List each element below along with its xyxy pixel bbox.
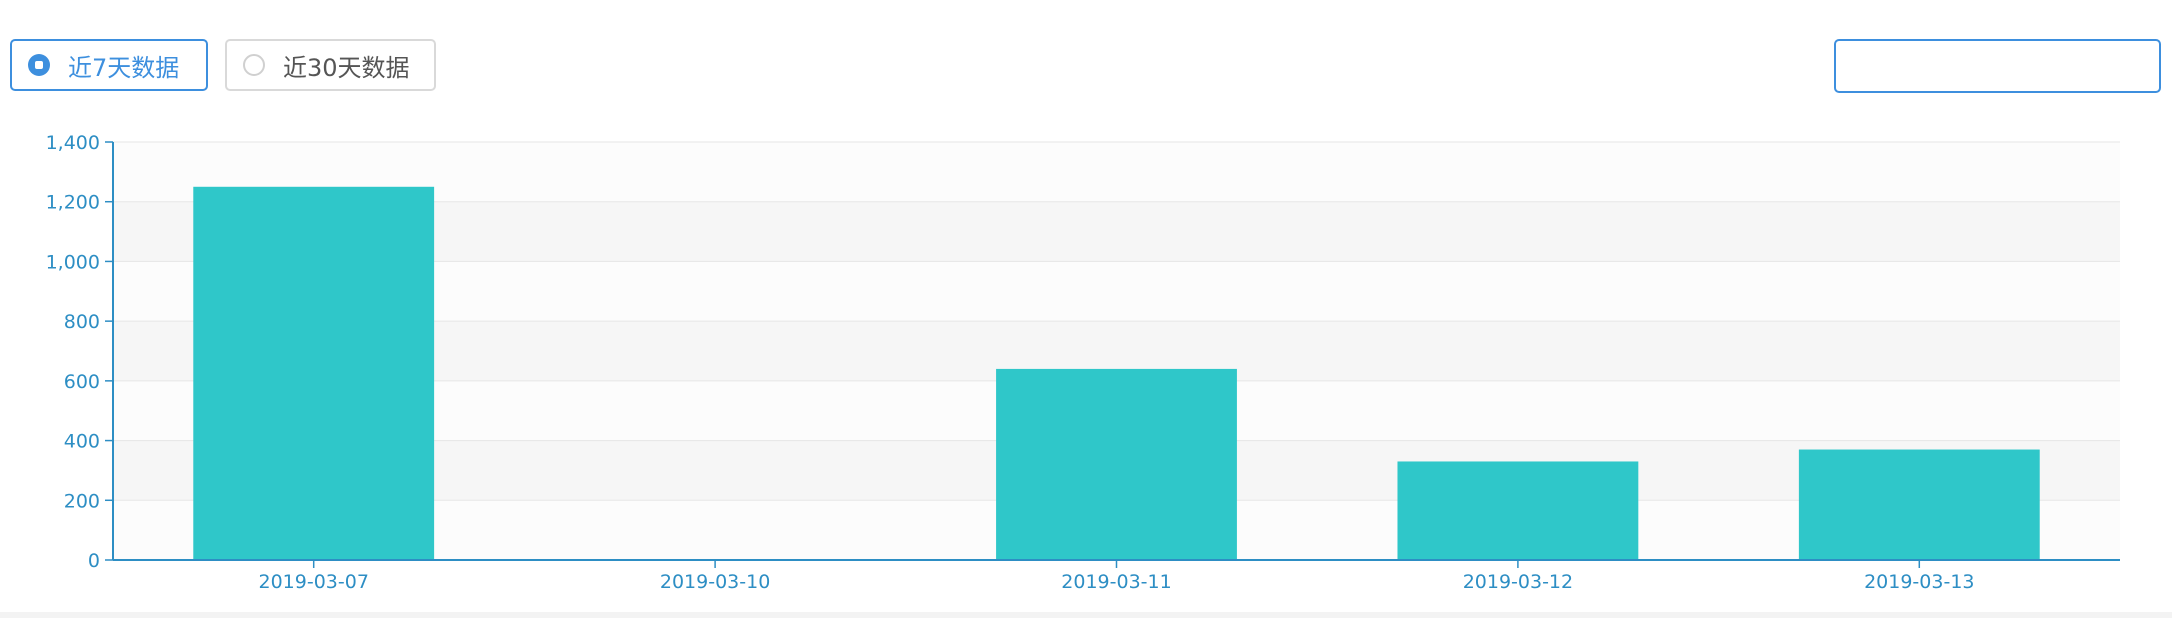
y-tick-label: 400 [64, 431, 100, 453]
bar-chart: 0 200 400 600 800 1,000 1,200 1,400 2019-03-07 20… [46, 132, 2120, 593]
bar [193, 186, 435, 561]
y-tick-label: 600 [64, 371, 100, 393]
y-tick-label: 200 [64, 490, 100, 512]
x-tick-label: 2019-03-10 [660, 571, 770, 593]
y-tick-label: 800 [64, 311, 100, 333]
bar [1397, 461, 1639, 560]
x-tick-label: 2019-03-07 [258, 571, 368, 593]
y-tick-label: 1,000 [46, 251, 100, 273]
x-tick-label: 2019-03-12 [1463, 571, 1573, 593]
y-tick-label: 0 [88, 550, 100, 572]
y-tick-label: 1,400 [46, 132, 100, 154]
bar [996, 368, 1237, 560]
y-tick-label: 1,200 [46, 192, 100, 214]
x-tick-label: 2019-03-11 [1061, 571, 1171, 593]
x-tick-label: 2019-03-13 [1864, 571, 1974, 593]
chart-panel: 近7天数据 近30天数据 0 200 400 600 800 1,000 1,200 1,40… [0, 0, 2172, 612]
bar [1798, 449, 2040, 560]
